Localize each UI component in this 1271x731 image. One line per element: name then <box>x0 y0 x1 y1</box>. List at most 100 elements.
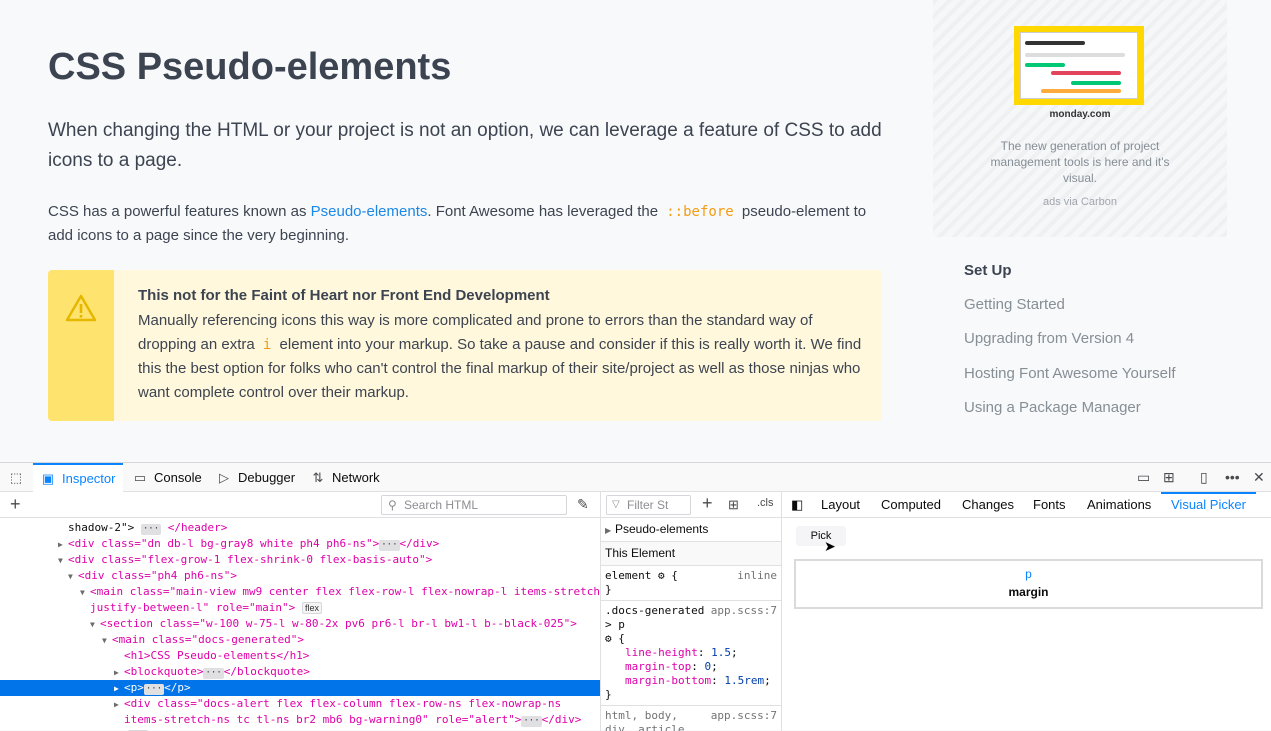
debugger-icon: ▷ <box>219 469 229 485</box>
node-text: <div class="flex-grow-1 flex-shrink-0 fl… <box>68 553 433 566</box>
rule-source[interactable]: app.scss:7 <box>711 709 777 723</box>
mouse-cursor-icon: ➤ <box>824 538 836 554</box>
sidebar-item-getting-started[interactable]: Getting Started <box>964 296 1065 313</box>
search-icon: ⚲ <box>388 498 397 512</box>
node-text: <section class="w-100 w-75-l w-80-2x pv6… <box>100 617 577 630</box>
ad-via-link[interactable]: ads via Carbon <box>933 196 1227 208</box>
docs-page: CSS Pseudo-elements When changing the HT… <box>0 0 1271 462</box>
tree-node-selected[interactable]: ▶ <p> ··· </p> <box>0 680 600 697</box>
tab-network[interactable]: ⇅ Network <box>311 463 380 492</box>
rule-selector: .docs-generated > p <box>605 604 705 631</box>
prop-value: 1.5 <box>711 646 731 659</box>
rule-source[interactable]: app.scss:7 <box>711 604 777 618</box>
node-close: </div> <box>541 713 582 726</box>
rule-source[interactable]: inline <box>737 569 777 583</box>
cls-button[interactable]: .cls <box>757 497 774 509</box>
css-property[interactable]: margin-top: 0; <box>605 660 777 674</box>
tab-fonts[interactable]: Fonts <box>1033 492 1066 518</box>
network-icon: ⇅ <box>312 469 324 485</box>
pseudo-elements-link[interactable]: Pseudo-elements <box>311 203 428 220</box>
eyedropper-icon[interactable]: ✎ <box>577 496 589 513</box>
filter-styles-input[interactable]: ▽ Filter St <box>606 495 691 515</box>
expand-arrow-icon[interactable]: ▶ <box>114 665 124 681</box>
tab-visual-picker[interactable]: Visual Picker <box>1161 492 1256 518</box>
expand-arrow-icon[interactable]: ▶ <box>114 697 124 713</box>
rule-html-body[interactable]: html, body, div, article, app.scss:7 <box>601 706 781 731</box>
collapse-arrow-icon[interactable]: ▼ <box>80 585 90 601</box>
warning-icon <box>65 294 97 322</box>
tree-node[interactable]: ▼ <section class="w-100 w-75-l w-80-2x pv… <box>0 616 600 633</box>
responsive-icon[interactable]: ▭ <box>1137 469 1150 486</box>
search-placeholder: Search HTML <box>404 498 479 512</box>
expand-arrow-icon[interactable]: ▶ <box>58 537 68 553</box>
close-icon[interactable]: ✕ <box>1253 469 1265 486</box>
sidebar-item-upgrading[interactable]: Upgrading from Version 4 <box>964 330 1134 347</box>
collapse-arrow-icon[interactable]: ▼ <box>68 569 78 585</box>
search-html-input[interactable]: ⚲ Search HTML <box>381 495 567 515</box>
rule-open: ⚙ { <box>605 632 625 645</box>
node-text: <h1>CSS Pseudo-elements</h1> <box>124 649 310 662</box>
tree-node[interactable]: ▼ <main class="docs-generated"> <box>0 632 600 649</box>
tree-node[interactable]: ▶ <blockquote> ··· </blockquote> <box>0 664 600 681</box>
rule-element[interactable]: element ⚙ { inline } <box>601 566 781 601</box>
dock-icon[interactable]: ▯ <box>1200 469 1208 486</box>
element-picker-button[interactable]: ⬚ <box>9 463 23 492</box>
toggle-sidebar-icon[interactable]: ◧ <box>791 492 803 518</box>
ad-text[interactable]: The new generation of project management… <box>977 138 1183 186</box>
tab-animations[interactable]: Animations <box>1087 492 1151 518</box>
add-node-icon[interactable]: + <box>10 494 21 515</box>
sidebar-item-package-manager[interactable]: Using a Package Manager <box>964 399 1141 416</box>
collapse-arrow-icon[interactable]: ▼ <box>90 617 100 633</box>
devtools-panel: ⬚ ▣ Inspector ▭ Console ▷ Debugger ⇅ Network… <box>0 462 1271 731</box>
tab-computed[interactable]: Computed <box>881 492 941 518</box>
rule-close: } <box>605 583 612 596</box>
expand-arrow-icon[interactable]: ▶ <box>114 681 124 697</box>
split-console-icon[interactable]: ⊞ <box>1163 469 1175 486</box>
css-property[interactable]: line-height: 1.5; <box>605 646 777 660</box>
box-label: margin <box>1008 585 1049 599</box>
node-close: </div> <box>399 537 440 550</box>
tab-layout[interactable]: Layout <box>821 492 860 518</box>
carbon-ad[interactable]: monday.com The new generation of project… <box>933 0 1227 237</box>
add-rule-icon[interactable]: + <box>702 493 713 514</box>
box-element: p <box>1025 567 1032 581</box>
tab-console[interactable]: ▭ Console <box>133 463 202 492</box>
tab-changes[interactable]: Changes <box>962 492 1014 518</box>
visual-picker-box[interactable]: p margin <box>794 559 1263 609</box>
tree-node[interactable]: ▼ <main class="main-view mw9 center flex … <box>0 584 600 601</box>
picker-icon: ⬚ <box>9 469 23 485</box>
css-property[interactable]: margin-bottom: 1.5rem; <box>605 674 777 688</box>
rule-docs-generated-p[interactable]: .docs-generated > p app.scss:7 ⚙ { line-… <box>601 601 781 706</box>
node-close: </header> <box>167 521 228 534</box>
tree-node[interactable]: ▼ <div class="ph4 ph6-ns"> <box>0 568 600 585</box>
sidebar-item-hosting[interactable]: Hosting Font Awesome Yourself <box>964 365 1176 382</box>
ad-image[interactable] <box>1014 26 1144 105</box>
expand-arrow-icon[interactable]: ▶ <box>605 526 615 535</box>
tab-label: Inspector <box>62 471 116 486</box>
tree-node[interactable]: ▶ <div class="docs-alert flex flex-column… <box>0 696 600 713</box>
tab-debugger[interactable]: ▷ Debugger <box>217 463 295 492</box>
collapsed-ellipsis: ··· <box>379 540 400 551</box>
flex-badge[interactable]: flex <box>301 602 322 614</box>
tree-node[interactable]: <h1>CSS Pseudo-elements</h1> <box>0 648 600 664</box>
ad-logo: monday.com <box>1049 109 1111 120</box>
tab-inspector[interactable]: ▣ Inspector <box>33 463 124 492</box>
node-text: <main class="docs-generated"> <box>112 633 305 646</box>
lead-paragraph: When changing the HTML or your project i… <box>48 120 882 171</box>
node-text: <div class="docs-alert flex flex-column … <box>124 697 562 710</box>
prop-value: 0 <box>704 660 712 673</box>
more-options-icon[interactable]: ••• <box>1225 469 1240 485</box>
rule-selector: html, body, div, article, <box>605 709 692 731</box>
node-text: justify-between-l" role="main"> <box>90 601 296 614</box>
toggle-pseudo-class-icon[interactable]: ⊞ <box>728 497 739 513</box>
tree-node[interactable]: ▼ <div class="flex-grow-1 flex-shrink-0 f… <box>0 552 600 569</box>
collapse-arrow-icon[interactable]: ▼ <box>58 553 68 569</box>
pick-button[interactable]: Pick <box>796 526 846 546</box>
node-text: items-stretch-ns tc tl-ns br2 mb6 bg-war… <box>124 713 522 726</box>
tree-node[interactable]: ▶ <div class="dn db-l bg-gray8 white ph4 … <box>0 536 600 553</box>
page-title: CSS Pseudo-elements <box>48 46 452 88</box>
collapsed-ellipsis: ··· <box>140 524 162 535</box>
pseudo-elements-section[interactable]: ▶ Pseudo-elements <box>601 518 781 542</box>
tree-node[interactable]: shadow-2"> ··· </header> <box>0 520 600 536</box>
collapse-arrow-icon[interactable]: ▼ <box>102 633 112 649</box>
